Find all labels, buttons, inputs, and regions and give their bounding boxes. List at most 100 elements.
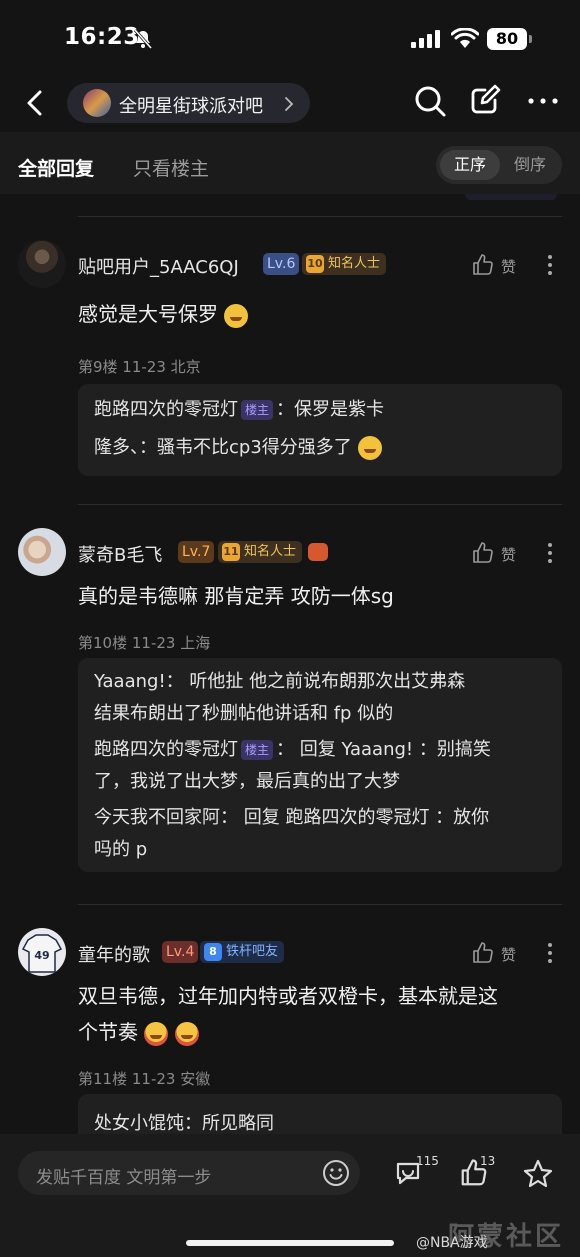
sort-asc-button[interactable]: 正序 xyxy=(440,150,500,180)
love-emoji-icon xyxy=(144,1021,169,1046)
like-button[interactable]: 赞 xyxy=(471,541,531,567)
divider xyxy=(78,904,562,905)
post-meta: 第10楼 11-23 上海 xyxy=(78,634,211,652)
post-meta: 第9楼 11-23 北京 xyxy=(78,358,201,376)
reply-post: 蒙奇Β毛飞 Lv.7 11 知名人士 赞 真的是韦德嘛 那肯定弄 攻防一体sg … xyxy=(0,522,580,902)
back-arrow-icon[interactable] xyxy=(22,88,48,118)
post-text: 感觉是大号保罗 xyxy=(78,296,558,332)
sub-reply-text: ：骚韦不比cp3得分强多了 xyxy=(139,437,352,458)
more-icon[interactable] xyxy=(528,98,558,104)
cellular-signal-icon xyxy=(411,30,440,48)
reply-bar: 发贴千百度 文明第一步 115 13 阿蒙社区 @NBA游戏 xyxy=(0,1134,580,1257)
user-avatar[interactable]: 49 xyxy=(18,928,66,976)
forum-link[interactable]: 全明星街球派对吧 xyxy=(67,83,310,123)
post-more-icon[interactable] xyxy=(547,542,553,564)
like-label: 赞 xyxy=(501,258,517,276)
owner-tag: 楼主 xyxy=(241,740,274,760)
forum-avatar xyxy=(83,89,111,117)
badge-label: 知名人士 xyxy=(328,256,381,271)
divider xyxy=(78,504,562,505)
sub-reply-author[interactable]: Yaaang! xyxy=(94,671,166,692)
like-button[interactable]: 赞 xyxy=(471,941,531,967)
reply-list: 贴吧用户_5AAC6QJ Lv.6 10 知名人士 赞 感觉是大号保罗 第9楼 … xyxy=(0,194,580,1134)
username[interactable]: 贴吧用户_5AAC6QJ xyxy=(78,253,239,279)
jersey-icon: 49 xyxy=(21,934,63,973)
love-emoji-icon xyxy=(174,1021,199,1046)
title-badge: 10 知名人士 xyxy=(302,253,387,275)
post-text-content: 感觉是大号保罗 xyxy=(78,302,218,326)
post-text: 双旦韦德，过年加内特或者双橙卡，基本就是这 个节奏 xyxy=(78,978,558,1050)
reply-input[interactable]: 发贴千百度 文明第一步 xyxy=(18,1151,360,1195)
sort-desc-button[interactable]: 倒序 xyxy=(502,150,558,180)
sub-reply-author[interactable]: 处女小馄饨 xyxy=(94,1113,184,1134)
comment-count: 115 xyxy=(416,1154,439,1168)
sub-reply: Yaaang!： 听他扯 他之前说布朗那次出艾弗森 结果布朗出了秒删帖他讲话和 … xyxy=(94,666,552,730)
badge-label: 知名人士 xyxy=(244,544,297,559)
sub-reply: 今天我不回家阿： 回复 跑路四次的零冠灯 ：放你 吗的 p xyxy=(94,802,552,866)
thinking-emoji-icon xyxy=(357,436,382,460)
title-badge: 8 铁杆吧友 xyxy=(200,941,285,963)
post-more-icon[interactable] xyxy=(547,254,553,276)
badge-number: 10 xyxy=(306,255,324,273)
star-icon[interactable] xyxy=(522,1158,554,1190)
sub-reply-text-cont: 结果布朗出了秒删帖他讲话和 fp 似的 xyxy=(94,703,394,724)
post-text-cont: 个节奏 xyxy=(78,1020,138,1044)
like-label: 赞 xyxy=(501,546,517,564)
username[interactable]: 蒙奇Β毛飞 xyxy=(78,541,162,567)
sub-reply: 跑路四次的零冠灯 楼主： 回复 Yaaang! ：别搞笑 了，我说了出大梦，最后真… xyxy=(94,734,552,798)
post-meta: 第11楼 11-23 安徽 xyxy=(78,1070,211,1088)
svg-text:49: 49 xyxy=(34,949,49,962)
sub-reply-author[interactable]: 今天我不回家阿 xyxy=(94,807,220,828)
search-icon[interactable] xyxy=(413,84,447,118)
sub-reply-text: ： 回复 Yaaang! ：别搞笑 xyxy=(276,739,491,760)
sub-reply-author[interactable]: 跑路四次的零冠灯 xyxy=(94,399,238,420)
title-badge: 11 知名人士 xyxy=(218,541,303,563)
sub-reply: 处女小馄饨：所见略同 xyxy=(94,1108,552,1134)
status-time: 16:23 xyxy=(64,24,140,50)
badge-number: 11 xyxy=(222,543,240,561)
home-indicator xyxy=(186,1240,394,1246)
sub-reply: 跑路四次的零冠灯 楼主 ：保罗是紫卡 xyxy=(94,394,552,426)
username[interactable]: 童年的歌 xyxy=(78,941,150,967)
sub-replies[interactable]: 跑路四次的零冠灯 楼主 ：保罗是紫卡 隆多、：骚韦不比cp3得分强多了 xyxy=(78,384,562,476)
user-avatar[interactable] xyxy=(18,240,66,288)
badge-label: 铁杆吧友 xyxy=(226,944,279,959)
tab-op-only[interactable]: 只看楼主 xyxy=(133,154,209,181)
sub-reply-text-cont: 了，我说了出大梦，最后真的出了大梦 xyxy=(94,771,400,792)
battery-tip xyxy=(529,35,532,43)
grin-emoji-icon xyxy=(224,303,249,328)
sub-reply-text-cont: 吗的 p xyxy=(94,839,148,860)
sub-reply-author[interactable]: 跑路四次的零冠灯 xyxy=(94,739,238,760)
owner-tag: 楼主 xyxy=(241,400,274,420)
badge-number: 8 xyxy=(204,943,222,961)
post-text: 真的是韦德嘛 那肯定弄 攻防一体sg xyxy=(78,578,558,614)
reply-post: 49 童年的歌 Lv.4 8 铁杆吧友 赞 双旦韦德，过年加内特或者双橙卡，基本… xyxy=(0,922,580,1134)
nav-bar: 全明星街球派对吧 xyxy=(0,78,580,132)
game-controller-icon xyxy=(308,543,328,561)
sub-reply-text: ：保罗是紫卡 xyxy=(276,399,385,420)
compose-icon[interactable] xyxy=(469,84,501,116)
reply-post: 贴吧用户_5AAC6QJ Lv.6 10 知名人士 赞 感觉是大号保罗 第9楼 … xyxy=(0,234,580,514)
sub-reply-text: ： 听他扯 他之前说布朗那次出艾弗森 xyxy=(165,671,466,692)
level-badge: Lv.6 xyxy=(263,253,300,275)
post-text-content: 双旦韦德，过年加内特或者双橙卡，基本就是这 xyxy=(78,984,498,1008)
level-badge: Lv.4 xyxy=(162,941,199,963)
sub-reply-text: ： 回复 跑路四次的零冠灯 ：放你 xyxy=(220,807,490,828)
sub-reply-text: ：所见略同 xyxy=(184,1113,274,1134)
sub-replies[interactable]: Yaaang!： 听他扯 他之前说布朗那次出艾弗森 结果布朗出了秒删帖他讲话和 … xyxy=(78,658,562,872)
chevron-right-icon xyxy=(285,97,294,111)
sub-reply-author[interactable]: 隆多、 xyxy=(94,437,139,458)
user-avatar[interactable] xyxy=(18,528,66,576)
status-bar: 16:23 80 xyxy=(0,0,580,78)
watermark-handle: @NBA游戏 xyxy=(416,1235,488,1251)
tab-all-replies[interactable]: 全部回复 xyxy=(18,154,94,181)
thumbs-up-icon xyxy=(473,542,493,563)
thumbs-up-icon xyxy=(473,942,493,963)
bell-slash-icon xyxy=(133,29,153,49)
emoji-icon[interactable] xyxy=(321,1158,351,1188)
post-more-icon[interactable] xyxy=(547,942,553,964)
like-button[interactable]: 赞 xyxy=(471,253,531,279)
sort-toggle: 正序 倒序 xyxy=(436,146,562,184)
sub-replies[interactable]: 处女小馄饨：所见略同 xyxy=(78,1094,562,1134)
like-label: 赞 xyxy=(501,946,517,964)
